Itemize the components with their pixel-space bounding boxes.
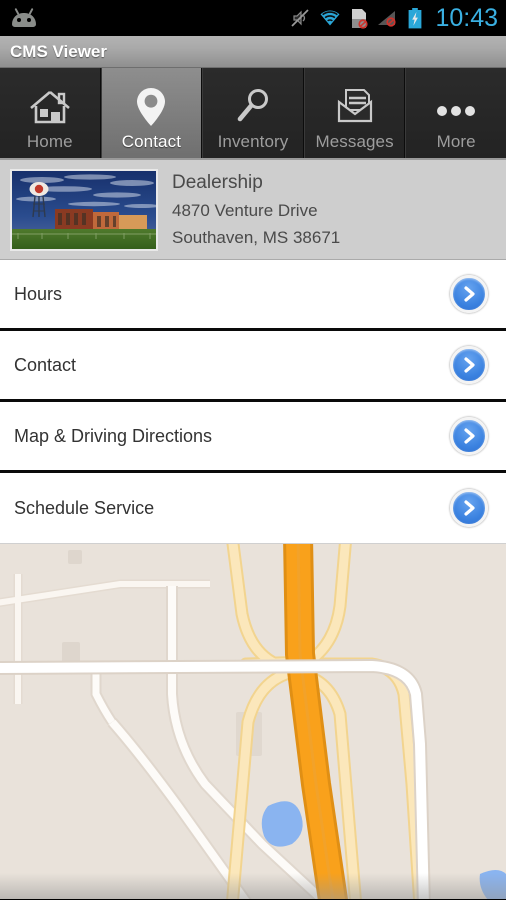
dealership-building-photo xyxy=(10,168,158,251)
tab-inventory-label: Inventory xyxy=(217,132,289,151)
list-item-label: Hours xyxy=(14,283,63,304)
tab-contact-label: Contact xyxy=(121,132,182,151)
volume-mute-icon xyxy=(290,8,310,28)
status-bar-right: 10:43 xyxy=(290,4,498,33)
dealer-street: 4870 Venture Drive xyxy=(172,200,318,220)
tab-messages-label: Messages xyxy=(315,132,394,151)
map-canvas xyxy=(0,544,506,900)
magnifier-icon xyxy=(233,84,273,130)
list-item-schedule-service[interactable]: Schedule Service xyxy=(0,473,506,544)
tab-more[interactable]: More xyxy=(405,68,506,158)
open-envelope-icon xyxy=(333,84,377,130)
chevron-right-icon[interactable] xyxy=(450,489,488,527)
android-logo-icon xyxy=(10,7,38,27)
status-bar: 10:43 xyxy=(0,0,506,36)
chevron-right-icon[interactable] xyxy=(450,346,488,384)
tab-home[interactable]: Home xyxy=(0,68,101,158)
map-pin-icon xyxy=(134,84,168,130)
dealer-city-state-zip: Southaven, MS 38671 xyxy=(172,227,341,247)
dealer-name: Dealership xyxy=(172,171,263,193)
ellipsis-icon xyxy=(433,84,479,130)
title-bar: CMS Viewer xyxy=(0,36,506,68)
dealer-info: Dealership 4870 Venture Drive Southaven,… xyxy=(172,169,340,251)
app-window: 10:43 CMS Viewer Home Contact Inventory … xyxy=(0,0,506,900)
sim-card-missing-icon xyxy=(350,8,369,29)
status-bar-left xyxy=(10,7,38,27)
map-view[interactable]: Church Rd W Church Rd Venture Dr Pepper … xyxy=(0,544,506,900)
tab-messages[interactable]: Messages xyxy=(303,68,406,158)
tab-bar: Home Contact Inventory Messages More xyxy=(0,68,506,160)
battery-charging-icon xyxy=(408,7,422,29)
menu-list: Hours Contact Map & Driving Directions S… xyxy=(0,260,506,544)
list-item-label: Contact xyxy=(14,354,77,375)
tab-more-label: More xyxy=(436,132,476,151)
house-icon xyxy=(28,84,72,130)
tab-inventory[interactable]: Inventory xyxy=(202,68,304,158)
list-item-contact[interactable]: Contact xyxy=(0,331,506,402)
list-item-label: Map & Driving Directions xyxy=(14,425,213,446)
status-clock: 10:43 xyxy=(435,3,498,32)
chevron-right-icon[interactable] xyxy=(450,275,488,313)
list-item-map-driving-directions[interactable]: Map & Driving Directions xyxy=(0,402,506,473)
dealer-header: Dealership 4870 Venture Drive Southaven,… xyxy=(0,160,506,260)
page-title: CMS Viewer xyxy=(10,41,108,61)
chevron-right-icon[interactable] xyxy=(450,417,488,455)
tab-contact[interactable]: Contact xyxy=(100,68,203,158)
list-item-label: Schedule Service xyxy=(14,497,155,518)
list-item-hours[interactable]: Hours xyxy=(0,260,506,331)
wifi-icon xyxy=(319,9,341,27)
signal-no-service-icon xyxy=(377,9,399,27)
tab-home-label: Home xyxy=(26,132,73,151)
